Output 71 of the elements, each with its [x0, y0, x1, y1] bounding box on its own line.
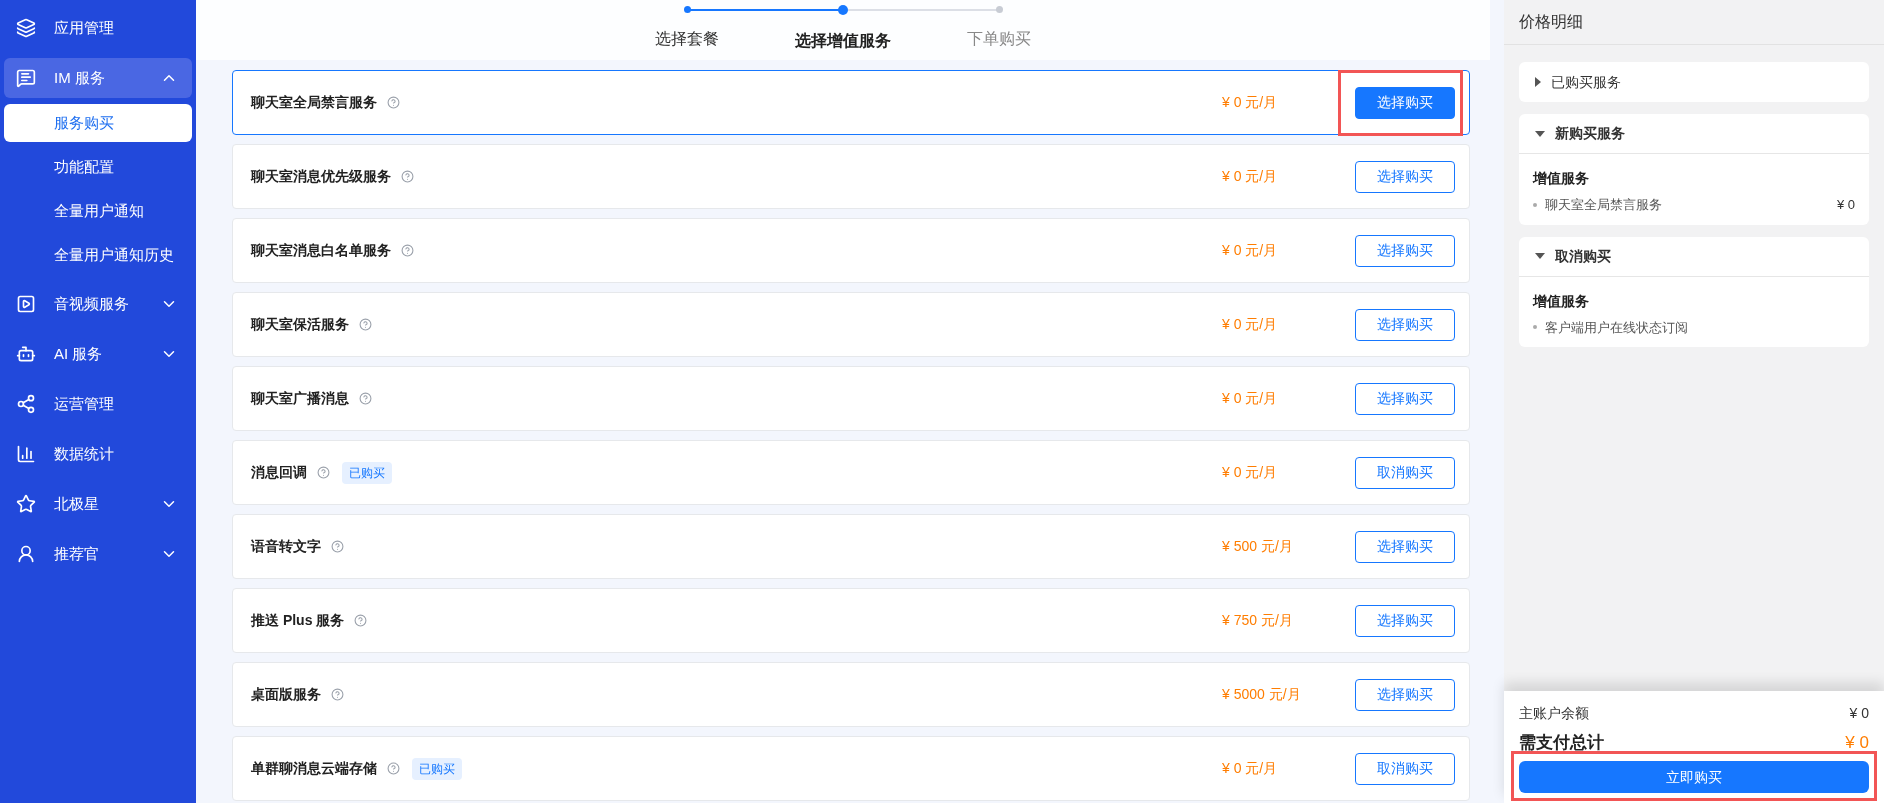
step-label[interactable]: 选择套餐: [655, 27, 719, 51]
total-label: 需支付总计: [1519, 731, 1604, 754]
purchased-tag: 已购买: [412, 757, 462, 780]
panel-title: 价格明细: [1504, 0, 1884, 45]
service-name: 桌面版服务: [251, 685, 321, 704]
cancel-purchase-button[interactable]: 取消购买: [1355, 456, 1455, 489]
total-value: ¥ 0: [1845, 731, 1869, 754]
price-text: ¥ 750 元/月: [1222, 611, 1294, 630]
price-text: ¥ 0 元/月: [1222, 759, 1279, 778]
submenu-item[interactable]: 全量用户通知历史: [4, 236, 192, 274]
price-text: ¥ 0 元/月: [1222, 93, 1279, 112]
sidebar-item[interactable]: 音视频服务: [4, 284, 192, 324]
sidebar-item[interactable]: 北极星: [4, 484, 192, 524]
service-name: 单群聊消息云端存储: [251, 759, 377, 778]
select-purchase-button[interactable]: 选择购买: [1355, 604, 1455, 637]
step-label[interactable]: 选择增值服务: [795, 29, 891, 53]
service-row[interactable]: 推送 Plus 服务 ¥ 750 元/月 选择购买: [232, 588, 1470, 653]
service-row[interactable]: 聊天室全局禁言服务 ¥ 0 元/月 选择购买: [232, 70, 1470, 135]
balance-value: ¥ 0: [1849, 703, 1869, 723]
select-purchase-button[interactable]: 选择购买: [1355, 678, 1455, 711]
price-text: ¥ 500 元/月: [1222, 537, 1294, 556]
submenu-item[interactable]: 功能配置: [4, 148, 192, 186]
sidebar-item[interactable]: IM 服务: [4, 58, 192, 98]
price-text: ¥ 0 元/月: [1222, 241, 1279, 260]
service-row[interactable]: 聊天室消息优先级服务 ¥ 0 元/月 选择购买: [232, 144, 1470, 209]
service-name: 消息回调: [251, 463, 307, 482]
item-name: 客户端用户在线状态订阅: [1545, 318, 1689, 337]
buy-now-button[interactable]: 立即购买: [1519, 761, 1869, 793]
section-header[interactable]: 已购买服务: [1519, 62, 1869, 102]
step-label[interactable]: 下单购买: [967, 27, 1031, 51]
purchased-tag: 已购买: [342, 461, 392, 484]
service-row[interactable]: 聊天室广播消息 ¥ 0 元/月 选择购买: [232, 366, 1470, 431]
price-text: ¥ 0 元/月: [1222, 463, 1279, 482]
price-text: ¥ 5000 元/月: [1222, 685, 1302, 704]
balance-label: 主账户余额: [1519, 703, 1589, 723]
service-name: 推送 Plus 服务: [251, 611, 345, 630]
section-header[interactable]: 取消购买: [1519, 236, 1869, 277]
service-name: 语音转文字: [251, 537, 321, 556]
select-purchase-button[interactable]: 选择购买: [1355, 382, 1455, 415]
select-purchase-button[interactable]: 选择购买: [1355, 86, 1455, 119]
service-row[interactable]: 桌面版服务 ¥ 5000 元/月 选择购买: [232, 662, 1470, 727]
group-label: 增值服务: [1533, 291, 1590, 311]
service-row[interactable]: 消息回调 已购买 ¥ 0 元/月 取消购买: [232, 440, 1470, 505]
service-name: 聊天室消息优先级服务: [251, 167, 391, 186]
item-price: ¥ 0: [1836, 196, 1855, 214]
service-name: 聊天室保活服务: [251, 315, 349, 334]
select-purchase-button[interactable]: 选择购买: [1355, 234, 1455, 267]
service-name: 聊天室消息白名单服务: [251, 241, 391, 260]
group-label: 增值服务: [1533, 169, 1590, 188]
price-text: ¥ 0 元/月: [1222, 167, 1279, 186]
price-text: ¥ 0 元/月: [1222, 315, 1279, 334]
service-name: 聊天室广播消息: [251, 389, 349, 408]
sidebar-item[interactable]: 应用管理: [4, 8, 192, 48]
service-row[interactable]: 语音转文字 ¥ 500 元/月 选择购买: [232, 514, 1470, 579]
sidebar-item[interactable]: 推荐官: [4, 534, 192, 574]
submenu-item[interactable]: 服务购买: [4, 104, 192, 142]
sidebar-item[interactable]: AI 服务: [4, 334, 192, 374]
sidebar-item[interactable]: 数据统计: [4, 434, 192, 474]
select-purchase-button[interactable]: 选择购买: [1355, 160, 1455, 193]
price-text: ¥ 0 元/月: [1222, 389, 1279, 408]
cancel-purchase-button[interactable]: 取消购买: [1355, 752, 1455, 785]
service-row[interactable]: 聊天室保活服务 ¥ 0 元/月 选择购买: [232, 292, 1470, 357]
service-name: 聊天室全局禁言服务: [251, 93, 377, 112]
item-name: 聊天室全局禁言服务: [1545, 196, 1663, 214]
service-row[interactable]: 聊天室消息白名单服务 ¥ 0 元/月 选择购买: [232, 218, 1470, 283]
section-header[interactable]: 新购买服务: [1519, 114, 1869, 154]
select-purchase-button[interactable]: 选择购买: [1355, 308, 1455, 341]
service-row[interactable]: 单群聊消息云端存储 已购买 ¥ 0 元/月 取消购买: [232, 736, 1470, 801]
submenu-item[interactable]: 全量用户通知: [4, 192, 192, 230]
sidebar-item[interactable]: 运营管理: [4, 384, 192, 424]
select-purchase-button[interactable]: 选择购买: [1355, 530, 1455, 563]
